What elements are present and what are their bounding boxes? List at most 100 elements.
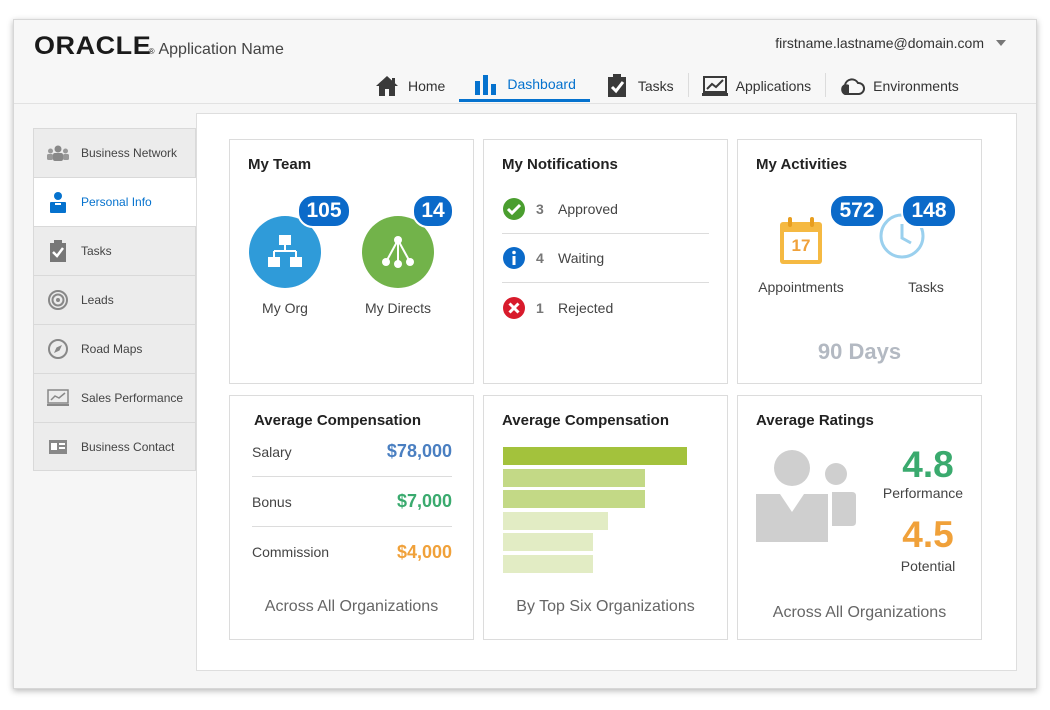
cloud-icon (839, 74, 866, 98)
chart-bar (503, 533, 594, 551)
commission-value: $4,000 (396, 541, 452, 562)
bonus-row: Bonus $7,000 (252, 477, 452, 527)
dashboard-content: My Team 105 My Org 14 My Directs My Noti… (196, 113, 1017, 671)
logo-text: ORACLE (34, 32, 152, 60)
my-notifications-card: My Notifications 3 Approved 4 Waiting 1 … (483, 139, 728, 384)
compensation-footer: Across All Organizations (264, 598, 439, 615)
chart-bar (503, 447, 687, 465)
card-title: Average Ratings (756, 412, 874, 429)
tab-applications[interactable]: Applications (687, 69, 826, 102)
sidebar: Business Network Personal Info Tasks Lea… (33, 128, 197, 471)
salary-label: Salary (252, 443, 292, 460)
contact-card-icon (47, 436, 69, 458)
sidebar-item-sales-performance[interactable]: Sales Performance (33, 373, 196, 422)
sidebar-item-label: Leads (81, 293, 114, 307)
chart-bar (503, 468, 645, 487)
waiting-count: 4 (536, 250, 544, 266)
people-group-icon (47, 142, 69, 164)
chart-bar (503, 511, 608, 530)
my-activities-card: My Activities 17 572 Appointments 148 Ta… (737, 139, 982, 384)
average-compensation-card: Average Compensation Salary $78,000 Bonu… (229, 395, 474, 640)
my-org-label: My Org (262, 300, 308, 316)
bonus-label: Bonus (252, 493, 292, 510)
error-circle-icon (503, 296, 525, 319)
sidebar-item-label: Business Network (81, 146, 178, 160)
compass-icon (47, 338, 69, 360)
bonus-value: $7,000 (396, 491, 452, 511)
ratings-footer: Across All Organizations (772, 604, 947, 621)
card-title: Average Compensation (502, 412, 669, 429)
performance-label: Performance (882, 485, 964, 501)
org-chart-icon (268, 235, 302, 267)
waiting-label: Waiting (558, 250, 605, 266)
sidebar-item-business-network[interactable]: Business Network (33, 128, 196, 177)
my-directs-label: My Directs (364, 300, 432, 316)
appointments-count-badge: 572 (829, 194, 885, 228)
clipboard-check-icon (604, 73, 630, 98)
chart-bar (503, 490, 645, 508)
average-ratings-card: Average Ratings 4.8 Performance 4.5 Pote… (737, 395, 982, 640)
sidebar-item-business-contact[interactable]: Business Contact (33, 422, 196, 471)
clipboard-check-icon (47, 240, 69, 262)
my-team-card: My Team 105 My Org 14 My Directs (229, 139, 474, 384)
oracle-logo[interactable]: ORACLE ® Application Name (34, 32, 284, 61)
tab-environments[interactable]: Environments (825, 69, 973, 102)
tab-tasks[interactable]: Tasks (590, 69, 688, 102)
user-menu[interactable]: firstname.lastname@domain.com (775, 35, 1006, 51)
person-badge-icon (47, 191, 69, 213)
header: ORACLE ® Application Name firstname.last… (14, 20, 1036, 104)
performance-value: 4.8 (902, 444, 954, 485)
chevron-down-icon (996, 40, 1006, 46)
line-chart-icon (47, 387, 69, 409)
chart-bar (503, 554, 594, 573)
sidebar-item-road-maps[interactable]: Road Maps (33, 324, 196, 373)
tab-tasks-label: Tasks (637, 77, 674, 94)
appointments-label: Appointments (758, 279, 844, 295)
sidebar-item-label: Personal Info (81, 195, 152, 209)
tab-home-label: Home (408, 77, 446, 94)
salary-value: $78,000 (386, 441, 452, 461)
compensation-bar-chart (484, 447, 729, 577)
rejected-label: Rejected (558, 299, 614, 316)
chart-footer: By Top Six Organizations (516, 598, 695, 615)
period-label: 90 Days (817, 339, 902, 364)
monitor-chart-icon (701, 74, 728, 98)
tab-dashboard[interactable]: Dashboard (459, 69, 590, 102)
sidebar-item-label: Business Contact (81, 439, 175, 454)
sidebar-item-label: Sales Performance (81, 391, 184, 405)
sidebar-item-tasks[interactable]: Tasks (33, 226, 196, 275)
tab-dashboard-label: Dashboard (507, 76, 576, 92)
calendar-day: 17 (791, 236, 811, 255)
sidebar-item-label: Tasks (81, 244, 112, 258)
tasks-count-badge: 148 (901, 194, 957, 228)
salary-row: Salary $78,000 (252, 427, 452, 477)
appointments-button[interactable]: 17 (778, 216, 828, 268)
user-email: firstname.lastname@domain.com (775, 35, 984, 51)
card-title: My Activities (756, 156, 848, 173)
sidebar-item-label: Road Maps (81, 342, 143, 356)
tab-applications-label: Applications (735, 77, 812, 94)
hierarchy-icon (382, 236, 414, 268)
home-icon (374, 74, 400, 98)
potential-value: 4.5 (902, 514, 954, 555)
tab-environments-label: Environments (873, 77, 959, 94)
notification-waiting[interactable]: 4 Waiting (502, 234, 709, 283)
potential-label: Potential (900, 558, 956, 574)
info-circle-icon (503, 247, 525, 269)
top-navigation: Home Dashboard Tasks Applications Enviro… (360, 69, 973, 102)
card-title: My Notifications (502, 156, 618, 173)
card-title: My Team (248, 156, 312, 173)
target-icon (47, 289, 69, 311)
org-count-badge: 105 (297, 194, 351, 228)
notification-rejected[interactable]: 1 Rejected (502, 283, 709, 332)
sidebar-item-leads[interactable]: Leads (33, 275, 196, 324)
notification-approved[interactable]: 3 Approved (502, 185, 709, 234)
app-window: ORACLE ® Application Name firstname.last… (13, 19, 1037, 689)
tab-home[interactable]: Home (360, 69, 459, 102)
directs-count-badge: 14 (412, 194, 454, 228)
sidebar-item-personal-info[interactable]: Personal Info (33, 177, 197, 226)
commission-row: Commission $4,000 (252, 527, 452, 577)
people-silhouette-icon (756, 450, 856, 542)
check-circle-icon (503, 198, 525, 220)
compensation-chart-card: Average Compensation By Top Six Organiza… (483, 395, 728, 640)
